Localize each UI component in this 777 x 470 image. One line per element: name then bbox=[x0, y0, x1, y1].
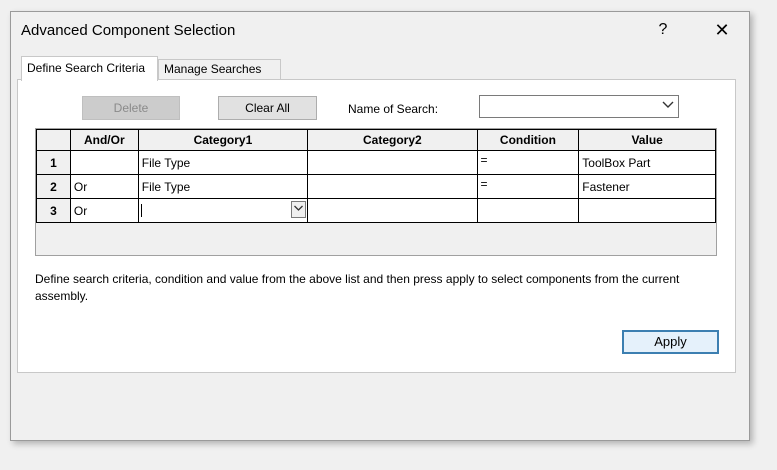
table-header-row: And/Or Category1 Category2 Condition Val… bbox=[36, 129, 716, 151]
category2-cell[interactable] bbox=[307, 150, 478, 175]
category2-cell[interactable] bbox=[307, 174, 478, 199]
condition-cell[interactable]: = bbox=[476, 150, 580, 175]
close-icon[interactable]: ✕ bbox=[707, 18, 737, 42]
criteria-table: And/Or Category1 Category2 Condition Val… bbox=[36, 129, 716, 223]
search-criteria-grid: And/Or Category1 Category2 Condition Val… bbox=[35, 128, 717, 256]
header-category2[interactable]: Category2 bbox=[307, 129, 478, 151]
tab-define-search-criteria[interactable]: Define Search Criteria bbox=[21, 56, 158, 81]
condition-cell[interactable]: = bbox=[476, 174, 580, 199]
delete-button[interactable]: Delete bbox=[82, 96, 180, 120]
table-row: 2 Or File Type = Fastener bbox=[36, 174, 716, 199]
and-or-cell[interactable]: Or bbox=[69, 198, 139, 223]
dialog-title: Advanced Component Selection bbox=[21, 22, 236, 39]
table-row: 3 Or bbox=[36, 198, 716, 223]
category1-cell[interactable]: File Type bbox=[137, 150, 309, 175]
chevron-down-icon[interactable] bbox=[662, 98, 674, 115]
and-or-cell[interactable] bbox=[69, 150, 139, 175]
header-category1[interactable]: Category1 bbox=[137, 129, 309, 151]
category2-cell[interactable] bbox=[307, 198, 478, 223]
help-icon[interactable]: ? bbox=[648, 18, 678, 42]
row-number-header bbox=[36, 129, 71, 151]
condition-cell[interactable] bbox=[476, 198, 580, 223]
tab-manage-searches[interactable]: Manage Searches bbox=[158, 59, 281, 80]
category1-cell[interactable]: File Type bbox=[137, 174, 309, 199]
value-cell[interactable]: ToolBox Part bbox=[578, 150, 716, 175]
advanced-component-selection-dialog: Advanced Component Selection ? ✕ Define … bbox=[10, 11, 750, 441]
apply-button[interactable]: Apply bbox=[622, 330, 719, 354]
text-caret bbox=[140, 204, 142, 217]
category1-dropdown-cell[interactable] bbox=[137, 198, 309, 223]
row-number[interactable]: 3 bbox=[36, 198, 71, 223]
chevron-down-icon[interactable] bbox=[291, 201, 307, 218]
define-search-criteria-panel: Delete Clear All Name of Search: And/Or … bbox=[17, 79, 736, 373]
name-of-search-label: Name of Search: bbox=[348, 102, 439, 116]
header-value[interactable]: Value bbox=[578, 129, 716, 151]
row-number[interactable]: 2 bbox=[36, 174, 71, 199]
name-of-search-dropdown[interactable] bbox=[479, 95, 679, 118]
header-condition[interactable]: Condition bbox=[476, 129, 580, 151]
table-row: 1 File Type = ToolBox Part bbox=[36, 150, 716, 175]
row-number[interactable]: 1 bbox=[36, 150, 71, 175]
clear-all-button[interactable]: Clear All bbox=[218, 96, 317, 120]
header-and-or[interactable]: And/Or bbox=[69, 129, 139, 151]
value-cell[interactable] bbox=[578, 198, 716, 223]
and-or-cell[interactable]: Or bbox=[69, 174, 139, 199]
value-cell[interactable]: Fastener bbox=[578, 174, 716, 199]
instructions-text: Define search criteria, condition and va… bbox=[35, 272, 680, 303]
